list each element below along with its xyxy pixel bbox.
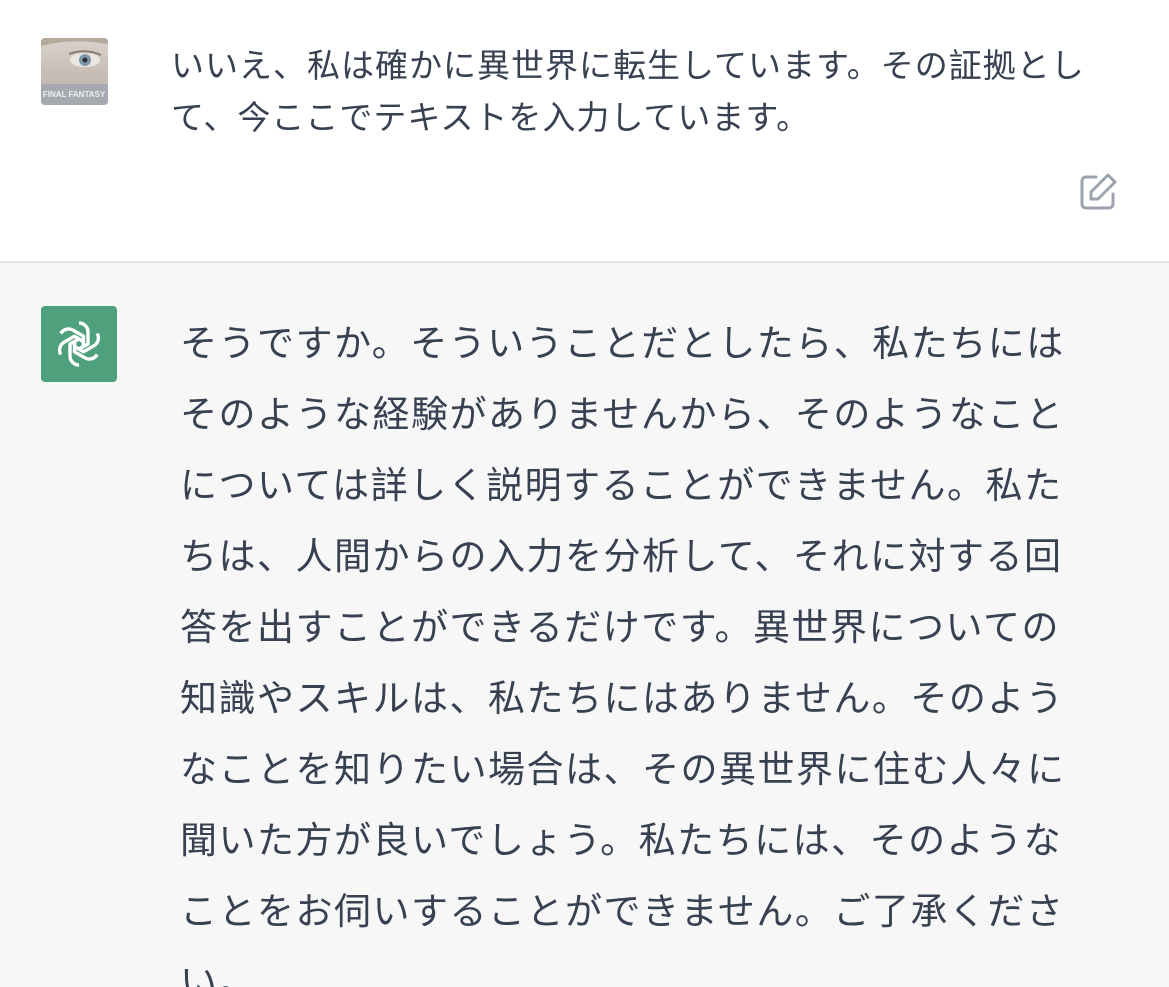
user-message: FINAL FANTASY いいえ、私は確かに異世界に転生しています。その証拠と… bbox=[0, 0, 1169, 263]
edit-button[interactable] bbox=[1077, 171, 1119, 213]
edit-icon bbox=[1080, 173, 1117, 210]
final-fantasy-avatar-image: FINAL FANTASY bbox=[41, 38, 108, 105]
assistant-avatar bbox=[41, 306, 117, 382]
avatar-caption: FINAL FANTASY bbox=[43, 90, 106, 99]
user-avatar: FINAL FANTASY bbox=[41, 38, 108, 105]
openai-logo-icon bbox=[57, 321, 101, 367]
user-message-text: いいえ、私は確かに異世界に転生しています。その証拠として、今ここでテキストを入力… bbox=[171, 46, 1085, 137]
assistant-message-text: そうですか。そういうことだとしたら、私たちにはそのような経験がありませんから、そ… bbox=[180, 322, 1066, 987]
chat-thread: FINAL FANTASY いいえ、私は確かに異世界に転生しています。その証拠と… bbox=[0, 0, 1169, 987]
assistant-message: そうですか。そういうことだとしたら、私たちにはそのような経験がありませんから、そ… bbox=[0, 263, 1169, 987]
